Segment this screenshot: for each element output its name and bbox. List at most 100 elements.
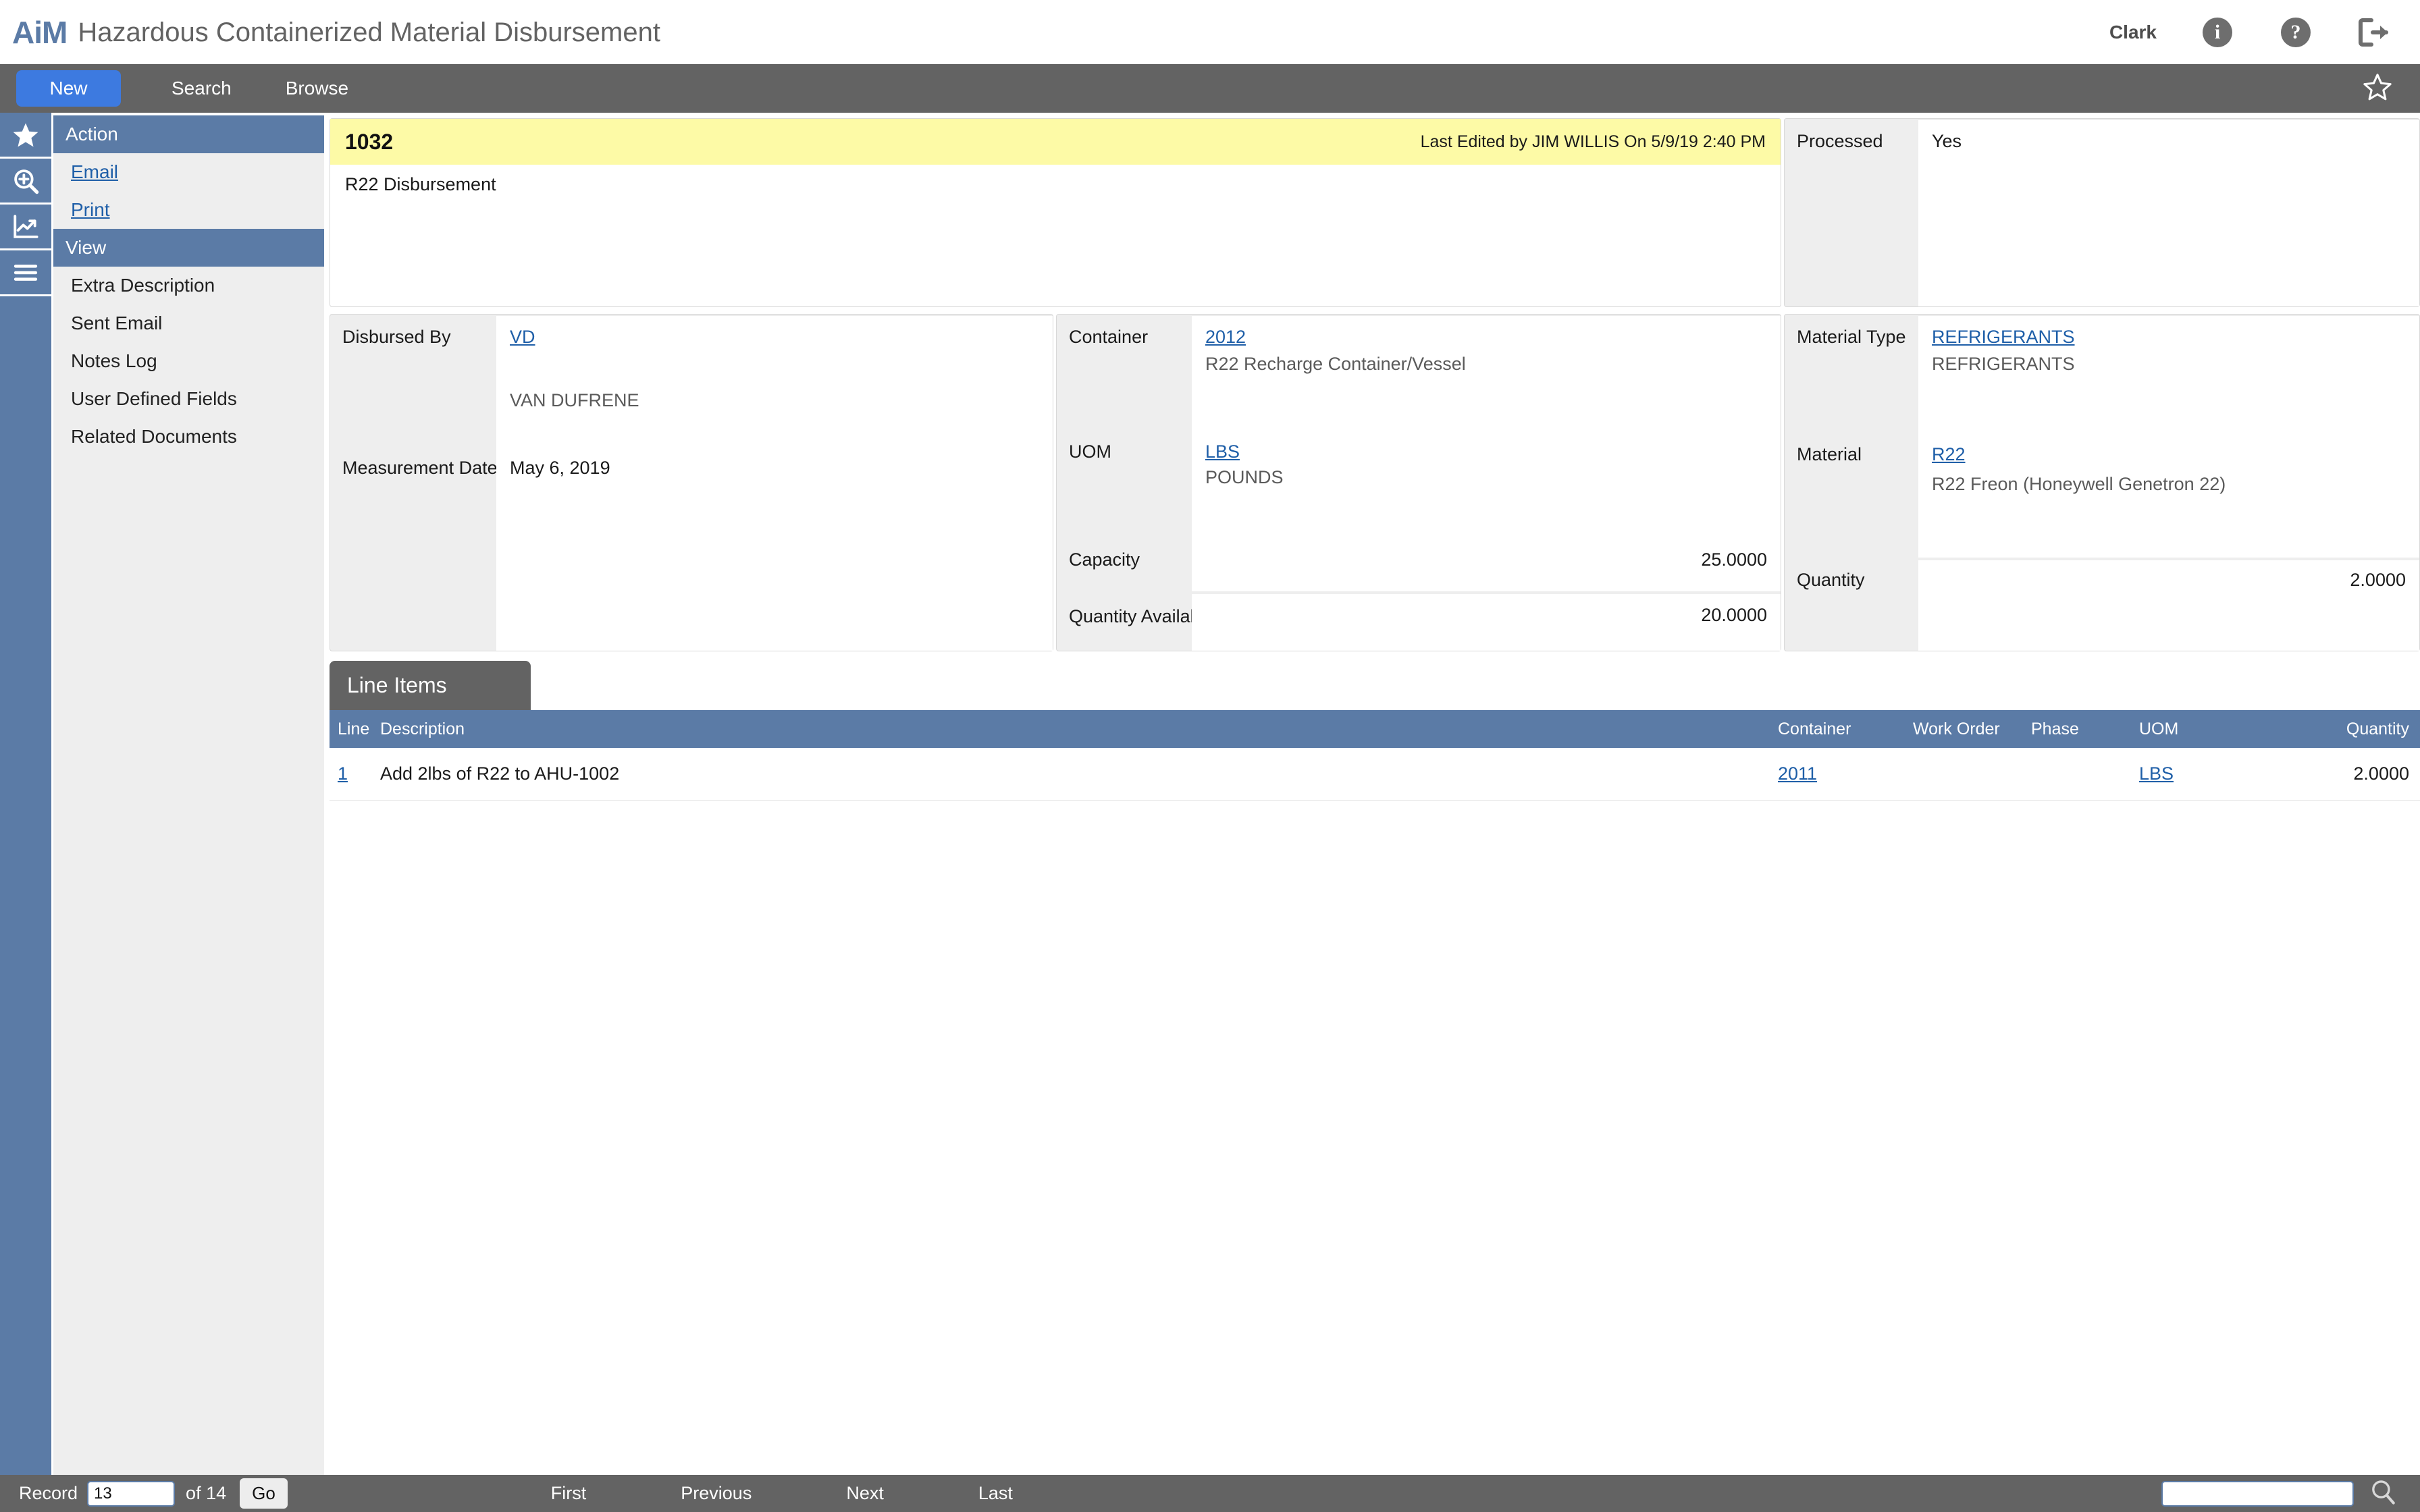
material-type-code-link[interactable]: REFRIGERANTS bbox=[1932, 327, 2075, 348]
tab-line-items[interactable]: Line Items bbox=[330, 661, 531, 710]
row-container-link[interactable]: 2011 bbox=[1778, 763, 1817, 784]
record-label: Record bbox=[19, 1483, 78, 1503]
material-label: Material bbox=[1797, 444, 1862, 464]
capacity-label: Capacity bbox=[1069, 549, 1140, 570]
container-name: R22 Recharge Container/Vessel bbox=[1205, 354, 1466, 374]
uom-name: POUNDS bbox=[1205, 467, 1284, 487]
measurement-date-label: Measurement Date bbox=[342, 458, 498, 478]
quantity-available-value-box: 20.0000 bbox=[1192, 594, 1781, 651]
line-items-table: Line Description Container Work Order Ph… bbox=[330, 710, 2420, 801]
record-header-banner: 1032 Last Edited by JIM WILLIS On 5/9/19… bbox=[330, 119, 1781, 165]
star-outline-icon[interactable] bbox=[2362, 72, 2393, 106]
column-header-line: Line bbox=[338, 719, 370, 738]
sidebar-item-sent-email[interactable]: Sent Email bbox=[53, 304, 324, 342]
search-input[interactable] bbox=[2161, 1480, 2354, 1507]
material-quantity-label: Quantity bbox=[1797, 570, 1865, 590]
line-number-link[interactable]: 1 bbox=[338, 763, 348, 784]
status-bar-search bbox=[2161, 1478, 2420, 1509]
column-header-quantity: Quantity bbox=[2346, 719, 2409, 738]
uom-code-link[interactable]: LBS bbox=[1205, 441, 1240, 462]
container-code-link[interactable]: 2012 bbox=[1205, 327, 1246, 348]
next-button[interactable]: Next bbox=[846, 1483, 884, 1504]
material-name: R22 Freon (Honeywell Genetron 22) bbox=[1932, 474, 2226, 494]
line-items-header-row: Line Description Container Work Order Ph… bbox=[330, 710, 2420, 748]
sidebar-action-print[interactable]: Print bbox=[53, 191, 324, 229]
tab-new[interactable]: New bbox=[16, 70, 121, 107]
navigation-bar: New Search Browse bbox=[0, 64, 2420, 113]
disbursed-by-name: VAN DUFRENE bbox=[510, 390, 639, 410]
sidebar-item-notes-log[interactable]: Notes Log bbox=[53, 342, 324, 380]
page-title: Hazardous Containerized Material Disburs… bbox=[78, 17, 660, 47]
record-total-label: of 14 bbox=[186, 1483, 227, 1503]
record-id: 1032 bbox=[345, 129, 394, 154]
material-type-label: Material Type bbox=[1797, 327, 1906, 347]
record-pager: First Previous Next Last bbox=[551, 1483, 1013, 1504]
rail-star-icon[interactable] bbox=[0, 113, 51, 159]
table-row[interactable]: 1 Add 2lbs of R22 to AHU-1002 2011 LBS 2… bbox=[330, 748, 2420, 801]
cell-description: Add 2lbs of R22 to AHU-1002 bbox=[380, 763, 620, 784]
container-card: Container UOM Capacity Quantity Availabl… bbox=[1056, 314, 1781, 651]
go-button[interactable]: Go bbox=[240, 1478, 288, 1509]
column-header-phase: Phase bbox=[2031, 719, 2079, 738]
column-header-uom: UOM bbox=[2139, 719, 2179, 738]
tab-search[interactable]: Search bbox=[172, 78, 232, 99]
disbursed-value-box: VD VAN DUFRENE May 6, 2019 bbox=[496, 316, 1053, 651]
cell-uom: LBS bbox=[2139, 763, 2261, 784]
processed-card: Processed Yes bbox=[1784, 118, 2420, 307]
sidebar-action-print-link[interactable]: Print bbox=[71, 199, 110, 220]
rail-zoom-search-icon[interactable] bbox=[0, 159, 51, 205]
cell-container: 2011 bbox=[1778, 763, 1913, 784]
tab-browse[interactable]: Browse bbox=[286, 78, 348, 99]
icon-rail bbox=[0, 113, 51, 1475]
previous-button[interactable]: Previous bbox=[681, 1483, 752, 1504]
search-icon[interactable] bbox=[2369, 1478, 2397, 1509]
rail-chart-icon[interactable] bbox=[0, 205, 51, 250]
processed-value: Yes bbox=[1932, 131, 1962, 151]
material-upper-value-box: REFRIGERANTS REFRIGERANTS R22 R22 Freon … bbox=[1918, 316, 2419, 558]
last-button[interactable]: Last bbox=[978, 1483, 1013, 1504]
quantity-available-value: 20.0000 bbox=[1701, 605, 1767, 625]
disbursed-by-code-link[interactable]: VD bbox=[510, 327, 535, 348]
main-content: 1032 Last Edited by JIM WILLIS On 5/9/19… bbox=[327, 113, 2420, 1475]
info-icon[interactable]: i bbox=[2199, 14, 2236, 51]
processed-value-box: Yes bbox=[1918, 120, 2419, 306]
row-uom-link[interactable]: LBS bbox=[2139, 763, 2174, 784]
title-bar-actions: Clark i ? bbox=[2109, 14, 2420, 51]
sidebar-item-user-defined-fields[interactable]: User Defined Fields bbox=[53, 380, 324, 418]
material-quantity-value: 2.0000 bbox=[2350, 570, 2406, 590]
record-number-input[interactable] bbox=[87, 1480, 176, 1507]
rail-menu-icon[interactable] bbox=[0, 250, 51, 296]
record-header-card: 1032 Last Edited by JIM WILLIS On 5/9/19… bbox=[330, 118, 1781, 307]
sidebar-item-extra-description[interactable]: Extra Description bbox=[53, 267, 324, 304]
application-window: AiM Hazardous Containerized Material Dis… bbox=[0, 0, 2420, 1512]
disbursed-card: Disbursed By Measurement Date VD VAN DUF… bbox=[330, 314, 1053, 651]
cell-line: 1 bbox=[330, 763, 380, 784]
sidebar-action-email[interactable]: Email bbox=[53, 153, 324, 191]
material-card: Material Type Material Quantity REFRIGER… bbox=[1784, 314, 2420, 651]
material-code-link[interactable]: R22 bbox=[1932, 444, 1966, 465]
capacity-value: 25.0000 bbox=[1701, 549, 1767, 570]
processed-label: Processed bbox=[1797, 131, 1883, 151]
user-name: Clark bbox=[2109, 21, 2157, 43]
help-icon[interactable]: ? bbox=[2277, 14, 2315, 51]
column-header-container: Container bbox=[1778, 719, 1851, 738]
measurement-date-value: May 6, 2019 bbox=[510, 458, 610, 478]
status-bar: Record of 14 Go First Previous Next Last bbox=[0, 1475, 2420, 1512]
sidebar-item-related-documents[interactable]: Related Documents bbox=[53, 418, 324, 456]
disbursed-by-label: Disbursed By bbox=[342, 327, 451, 347]
column-header-description: Description bbox=[380, 719, 465, 738]
aim-logo: AiM bbox=[12, 14, 68, 50]
first-button[interactable]: First bbox=[551, 1483, 586, 1504]
record-description: R22 Disbursement bbox=[345, 174, 496, 194]
record-last-edited: Last Edited by JIM WILLIS On 5/9/19 2:40… bbox=[1420, 132, 1766, 151]
uom-label: UOM bbox=[1069, 441, 1111, 462]
action-sidebar: Action Email Print View Extra Descriptio… bbox=[53, 115, 324, 1475]
column-header-work-order: Work Order bbox=[1913, 719, 2000, 738]
material-quantity-value-box: 2.0000 bbox=[1918, 560, 2419, 651]
logout-icon[interactable] bbox=[2355, 14, 2393, 51]
cell-quantity: 2.0000 bbox=[2353, 763, 2409, 784]
sidebar-action-email-link[interactable]: Email bbox=[71, 161, 118, 182]
title-bar: AiM Hazardous Containerized Material Dis… bbox=[0, 0, 2420, 64]
sidebar-header-action: Action bbox=[53, 115, 324, 153]
rail-filler bbox=[0, 296, 51, 1444]
